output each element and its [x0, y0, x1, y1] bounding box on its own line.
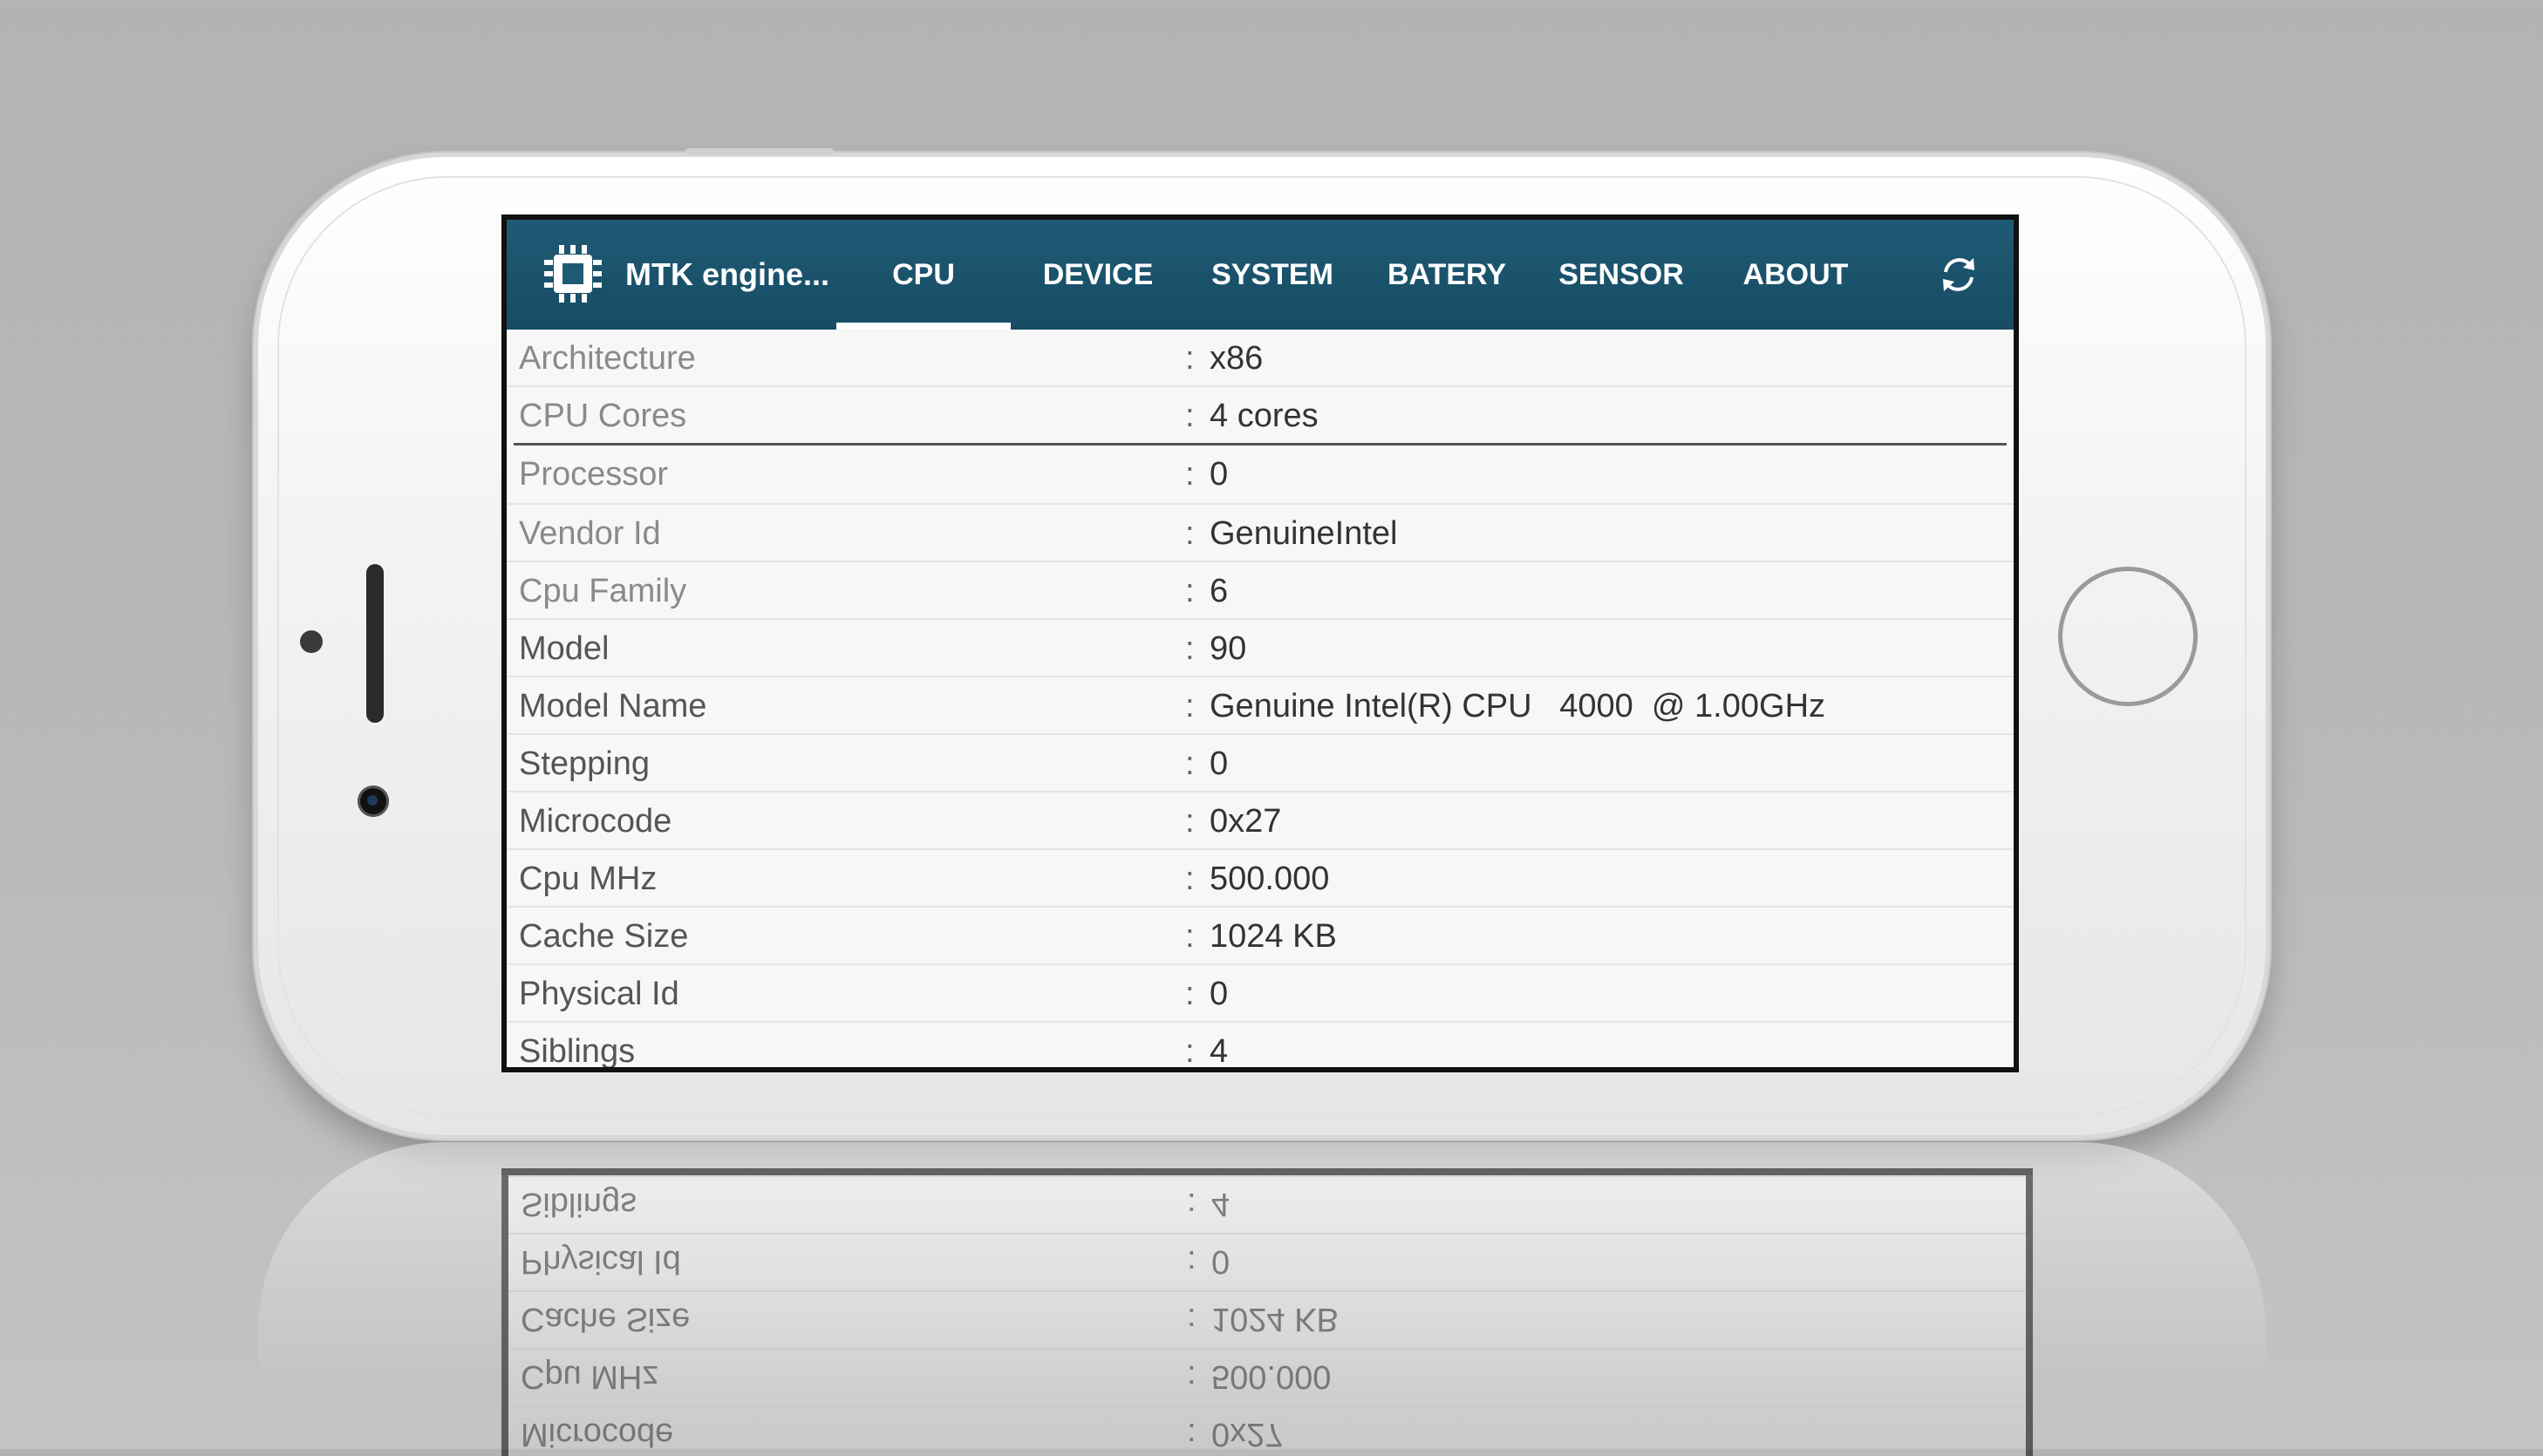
tab-cpu[interactable]: CPU [836, 220, 1011, 330]
row-label: Model Name [519, 688, 707, 725]
reflection-separator: : [1187, 1243, 1197, 1280]
reflection-value: 0 [1211, 1243, 1231, 1280]
row-label: Cpu Family [519, 573, 687, 609]
row-separator: : [1185, 976, 1195, 1012]
reflection-label: Siblings [521, 1186, 637, 1222]
cpu-info-list: Architecture : x86 CPU Cores : 4 cores P… [507, 330, 2014, 1067]
row-value: 0 [1210, 976, 1229, 1012]
row-value: 500.000 [1210, 861, 1330, 897]
row-separator: : [1185, 398, 1195, 434]
list-item: Model : 90 [507, 620, 2014, 677]
list-item: Cpu Family : 6 [507, 562, 2014, 620]
reflection-row: Siblings : 4 [508, 1175, 2026, 1233]
row-value: 4 cores [1210, 398, 1319, 434]
list-item: Stepping : 0 [507, 735, 2014, 793]
app-title: MTK engine... [625, 256, 829, 292]
row-label: Processor [519, 456, 669, 493]
row-separator: : [1185, 515, 1195, 552]
row-separator: : [1185, 688, 1195, 725]
row-separator: : [1185, 745, 1195, 782]
row-label: Stepping [519, 745, 651, 782]
row-separator: : [1185, 803, 1195, 840]
reflection-row: Cpu MHz : 500.000 [508, 1348, 2026, 1405]
row-label: Physical Id [519, 976, 679, 1012]
reflection-separator: : [1187, 1416, 1197, 1453]
reflection-label: Cache Size [521, 1301, 691, 1337]
tab-about[interactable]: ABOUT [1708, 220, 1883, 330]
row-value: Genuine Intel(R) CPU 4000 @ 1.00GHz [1210, 688, 1826, 725]
row-separator: : [1185, 861, 1195, 897]
reflection-label: Microcode [521, 1416, 674, 1453]
row-separator: : [1185, 918, 1195, 955]
reflection-value: 0x27 [1211, 1416, 1284, 1453]
row-value: 90 [1210, 630, 1247, 667]
list-item: Model Name : Genuine Intel(R) CPU 4000 @… [507, 677, 2014, 735]
list-item: Architecture : x86 [507, 330, 2014, 387]
list-item: Microcode : 0x27 [507, 793, 2014, 850]
earpiece-speaker [366, 564, 384, 723]
row-value: 0x27 [1210, 803, 1282, 840]
row-value: 4 [1210, 1033, 1229, 1067]
tab-batery[interactable]: BATERY [1360, 220, 1534, 330]
phone-screen: MTK engine... CPU DEVICE SYSTEM BATERY S… [501, 214, 2019, 1072]
reflection-row: Cache Size : 1024 KB [508, 1290, 2026, 1348]
reflection-value: 4 [1211, 1186, 1231, 1222]
row-value: x86 [1210, 340, 1264, 377]
row-separator: : [1185, 340, 1195, 377]
row-label: Model [519, 630, 610, 667]
row-value: 1024 KB [1210, 918, 1337, 955]
row-label: Cache Size [519, 918, 689, 955]
row-separator: : [1185, 573, 1195, 609]
list-item: Physical Id : 0 [507, 965, 2014, 1023]
app-bar: MTK engine... CPU DEVICE SYSTEM BATERY S… [507, 220, 2014, 330]
refresh-icon[interactable] [1937, 253, 1981, 296]
front-camera [358, 786, 389, 817]
reflection-separator: : [1187, 1301, 1197, 1337]
row-label: CPU Cores [519, 398, 687, 434]
reflection-value: 500.000 [1211, 1358, 1332, 1395]
reflection-separator: : [1187, 1358, 1197, 1395]
reflection-label: Cpu MHz [521, 1358, 659, 1395]
row-separator: : [1185, 1033, 1195, 1067]
list-item: Siblings : 4 [507, 1023, 2014, 1067]
row-value: 0 [1210, 456, 1229, 493]
row-label: Vendor Id [519, 515, 661, 552]
power-button[interactable] [685, 148, 834, 155]
row-value: 0 [1210, 745, 1229, 782]
reflection-row: Physical Id : 0 [508, 1233, 2026, 1290]
screen-reflection: Siblings : 4 Physical Id : 0 Cache Size … [501, 1168, 2033, 1456]
row-value: GenuineIntel [1210, 515, 1398, 552]
row-label: Microcode [519, 803, 672, 840]
tab-sensor[interactable]: SENSOR [1534, 220, 1708, 330]
app-display: MTK engine... CPU DEVICE SYSTEM BATERY S… [507, 220, 2014, 1067]
reflection-separator: : [1187, 1186, 1197, 1222]
list-item: Cache Size : 1024 KB [507, 908, 2014, 965]
reflection-row: Microcode : 0x27 [508, 1405, 2026, 1456]
list-item: Cpu MHz : 500.000 [507, 850, 2014, 908]
row-value: 6 [1210, 573, 1229, 609]
row-label: Cpu MHz [519, 861, 658, 897]
list-item: CPU Cores : 4 cores [507, 387, 2014, 443]
list-item: Vendor Id : GenuineIntel [507, 505, 2014, 562]
chip-icon [544, 245, 602, 303]
row-label: Siblings [519, 1033, 636, 1067]
reflection-label: Physical Id [521, 1243, 681, 1280]
list-item: Processor : 0 [507, 446, 2014, 505]
reflection-value: 1024 KB [1211, 1301, 1339, 1337]
tab-system[interactable]: SYSTEM [1185, 220, 1360, 330]
proximity-sensor [300, 630, 323, 653]
row-label: Architecture [519, 340, 696, 377]
row-separator: : [1185, 630, 1195, 667]
home-button[interactable] [2058, 567, 2198, 706]
row-separator: : [1185, 456, 1195, 493]
tab-device[interactable]: DEVICE [1011, 220, 1185, 330]
